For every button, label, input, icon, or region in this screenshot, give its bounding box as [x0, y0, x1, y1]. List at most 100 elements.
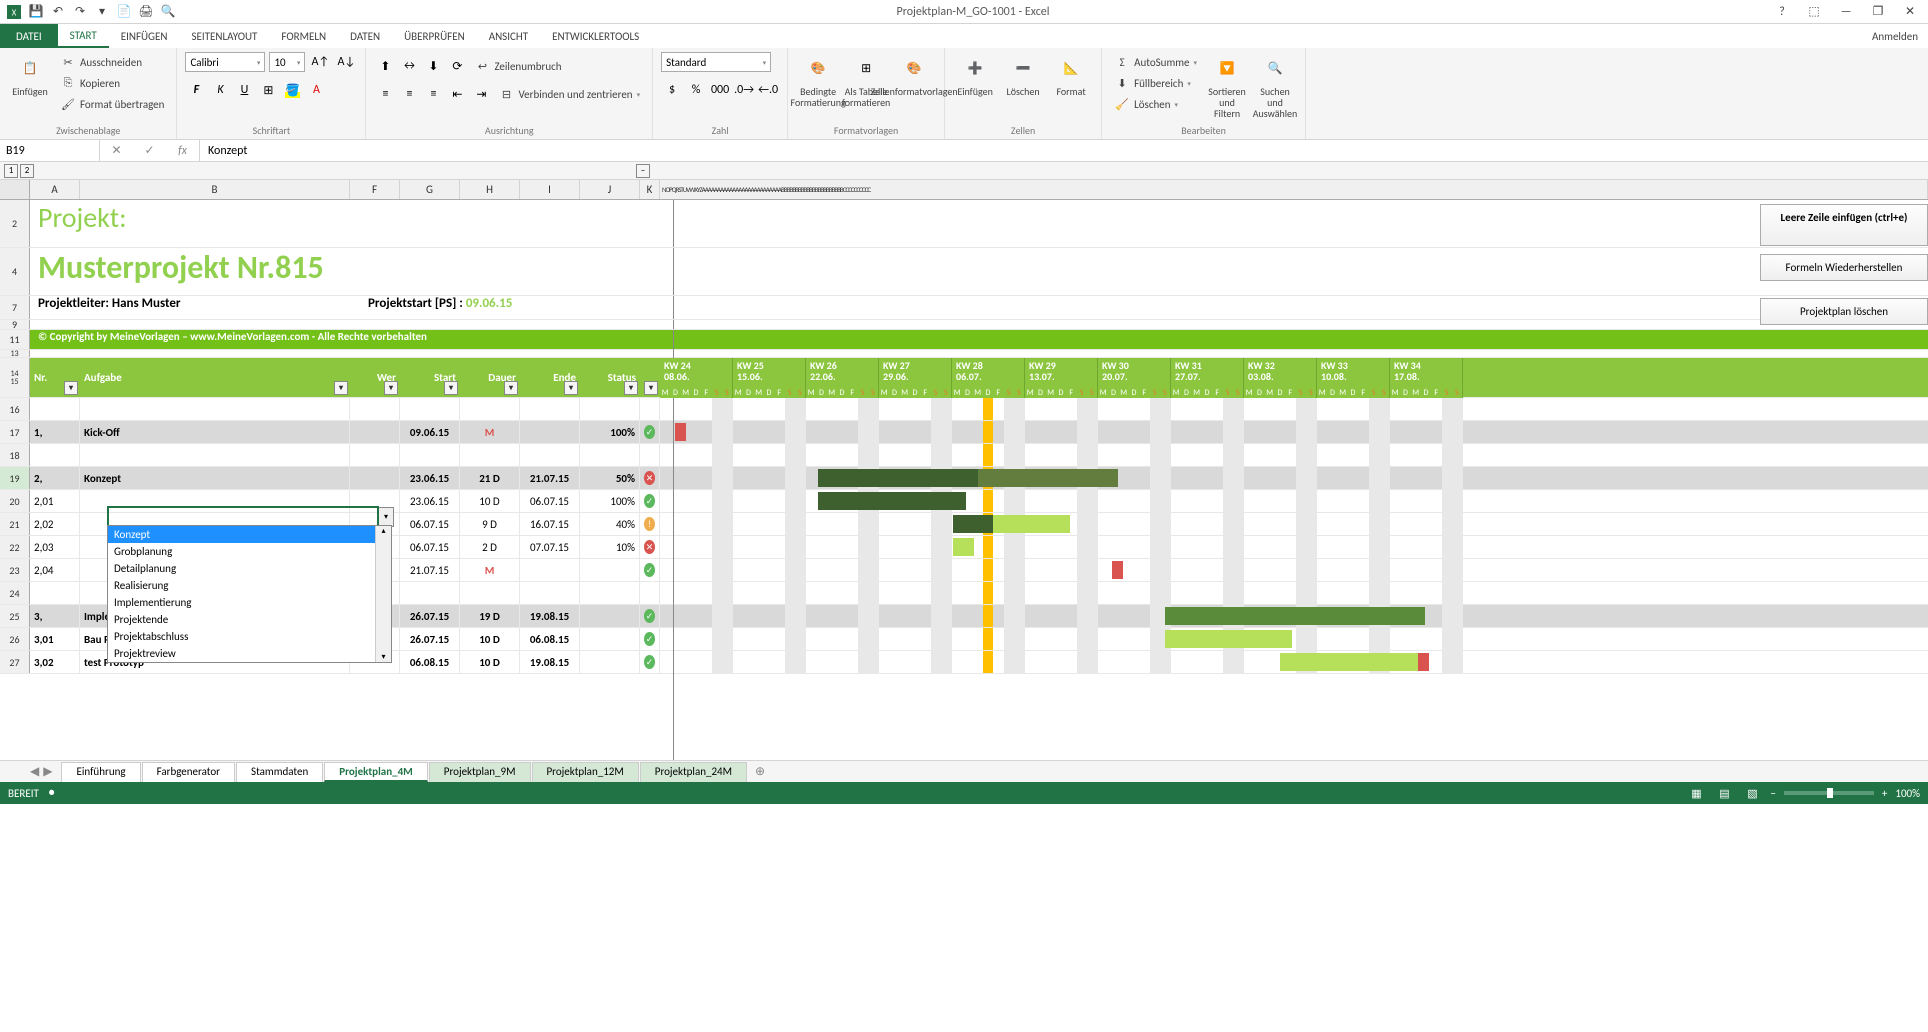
validation-dropdown[interactable]: KonzeptGrobplanungDetailplanungRealisier… — [107, 525, 392, 663]
orientation-button[interactable]: ⟳ — [446, 56, 468, 76]
clear-button[interactable]: 🧹Löschen▾ — [1110, 94, 1201, 114]
cell-end[interactable]: 06.07.15 — [520, 490, 580, 512]
filter-button[interactable]: ▾ — [624, 381, 638, 395]
cell-dur[interactable]: M — [460, 559, 520, 581]
bold-button[interactable]: F — [185, 80, 207, 100]
cell-dur[interactable]: 2 D — [460, 536, 520, 558]
cell-start[interactable] — [400, 444, 460, 466]
cell-nr[interactable]: 1, — [30, 421, 80, 443]
cell-end[interactable]: 06.08.15 — [520, 628, 580, 650]
cell-dur[interactable]: 21 D — [460, 467, 520, 489]
tab-view[interactable]: ANSICHT — [477, 24, 540, 48]
sheet-tab[interactable]: Projektplan_12M — [532, 762, 639, 782]
cell-dur[interactable]: 10 D — [460, 490, 520, 512]
row-header[interactable]: 19 — [0, 467, 30, 489]
cell-task[interactable] — [80, 398, 350, 420]
thousands-button[interactable]: 000 — [709, 80, 731, 100]
cell-who[interactable] — [350, 467, 400, 489]
cell-nr[interactable]: 2,03 — [30, 536, 80, 558]
table-row[interactable]: 20 2,01 23.06.15 10 D 06.07.15 100% ✓ — [0, 490, 1928, 513]
cell-start[interactable]: 21.07.15 — [400, 559, 460, 581]
col-header-H[interactable]: H — [460, 180, 520, 199]
zoom-in-button[interactable]: + — [1882, 787, 1887, 800]
cell-task[interactable] — [80, 490, 350, 512]
align-right-button[interactable]: ≡ — [422, 84, 444, 104]
page-layout-button[interactable]: ▤ — [1714, 785, 1734, 801]
cell-end[interactable]: 19.08.15 — [520, 605, 580, 627]
restore-formulas-button[interactable]: Formeln Wiederherstellen — [1760, 254, 1928, 281]
underline-button[interactable]: U — [233, 80, 255, 100]
cell-nr[interactable] — [30, 444, 80, 466]
cell-nr[interactable]: 2, — [30, 467, 80, 489]
row-header[interactable]: 24 — [0, 582, 30, 604]
minimize-icon[interactable]: — — [1832, 2, 1860, 22]
cell-status-icon[interactable]: ✓ — [640, 421, 660, 443]
filter-button[interactable]: ▾ — [64, 381, 78, 395]
tab-data[interactable]: DATEN — [338, 24, 392, 48]
accept-formula-button[interactable]: ✓ — [140, 143, 160, 158]
cell-task[interactable]: Kick-Off — [80, 421, 350, 443]
qat-btn-6[interactable]: 🖨 — [136, 2, 156, 22]
filter-button[interactable]: ▾ — [384, 381, 398, 395]
add-sheet-button[interactable]: ⊕ — [748, 764, 772, 779]
outline-collapse-button[interactable]: – — [636, 164, 650, 178]
cell-task[interactable]: Konzept — [80, 467, 350, 489]
cancel-formula-button[interactable]: ✕ — [107, 143, 127, 158]
sheet-tab[interactable]: Stammdaten — [236, 762, 323, 782]
dropdown-item[interactable]: Realisierung — [108, 577, 391, 594]
row-header[interactable]: 1415 — [0, 358, 30, 397]
format-painter-button[interactable]: 🖌Format übertragen — [56, 94, 168, 114]
dec-decimal-button[interactable]: ←.0 — [757, 80, 779, 100]
help-icon[interactable]: ? — [1768, 2, 1796, 22]
cell-end[interactable]: 07.07.15 — [520, 536, 580, 558]
macro-record-icon[interactable]: ⏺ — [49, 786, 55, 800]
dropdown-item[interactable]: Detailplanung — [108, 560, 391, 577]
cell-who[interactable] — [350, 421, 400, 443]
cell-status[interactable]: 100% — [580, 421, 640, 443]
cell-status-icon[interactable]: ✓ — [640, 490, 660, 512]
autosum-button[interactable]: ΣAutoSumme▾ — [1110, 52, 1201, 72]
cell-status[interactable] — [580, 651, 640, 673]
cell-status-icon[interactable] — [640, 582, 660, 604]
indent-inc-button[interactable]: ⇥ — [470, 84, 492, 104]
cell-dur[interactable] — [460, 582, 520, 604]
cell-status-icon[interactable] — [640, 398, 660, 420]
cell-who[interactable] — [350, 398, 400, 420]
cell-status-icon[interactable]: ✓ — [640, 651, 660, 673]
row-header[interactable]: 27 — [0, 651, 30, 673]
cell-end[interactable] — [520, 582, 580, 604]
currency-button[interactable]: $ — [661, 80, 683, 100]
worksheet[interactable]: 2 Projekt: 4 Musterprojekt Nr.815 7 Proj… — [0, 200, 1928, 760]
row-header[interactable]: 21 — [0, 513, 30, 535]
cell-end[interactable]: 16.07.15 — [520, 513, 580, 535]
tab-insert[interactable]: EINFÜGEN — [109, 24, 180, 48]
filter-button[interactable]: ▾ — [444, 381, 458, 395]
dropdown-scrollbar[interactable]: ▴ ▾ — [375, 526, 391, 662]
italic-button[interactable]: K — [209, 80, 231, 100]
cell-dur[interactable]: 9 D — [460, 513, 520, 535]
shrink-font-button[interactable]: A↓ — [335, 52, 357, 72]
dropdown-item[interactable]: Konzept — [108, 526, 391, 543]
grow-font-button[interactable]: A↑ — [309, 52, 331, 72]
align-left-button[interactable]: ≡ — [374, 84, 396, 104]
cell-nr[interactable]: 2,02 — [30, 513, 80, 535]
cell-status[interactable]: 100% — [580, 490, 640, 512]
cell-task[interactable] — [80, 444, 350, 466]
cond-format-button[interactable]: 🎨Bedingte Formatierung — [796, 52, 840, 108]
font-color-button[interactable]: A — [305, 80, 327, 100]
cell-start[interactable]: 23.06.15 — [400, 467, 460, 489]
sheet-tab[interactable]: Einführung — [61, 762, 140, 782]
zoom-level[interactable]: 100% — [1895, 787, 1920, 800]
cell-end[interactable]: 21.07.15 — [520, 467, 580, 489]
cell-end[interactable] — [520, 559, 580, 581]
maximize-icon[interactable]: ❐ — [1864, 2, 1892, 22]
align-bottom-button[interactable]: ⬇ — [422, 56, 444, 76]
filter-button[interactable]: ▾ — [564, 381, 578, 395]
cell-status-icon[interactable]: ✓ — [640, 628, 660, 650]
font-name-combo[interactable]: Calibri▾ — [185, 52, 265, 72]
redo-icon[interactable]: ↷ — [70, 2, 90, 22]
filter-button[interactable]: ▾ — [334, 381, 348, 395]
table-row[interactable]: 18 — [0, 444, 1928, 467]
align-middle-button[interactable]: ↔ — [398, 56, 420, 76]
cell-start[interactable]: 26.07.15 — [400, 628, 460, 650]
